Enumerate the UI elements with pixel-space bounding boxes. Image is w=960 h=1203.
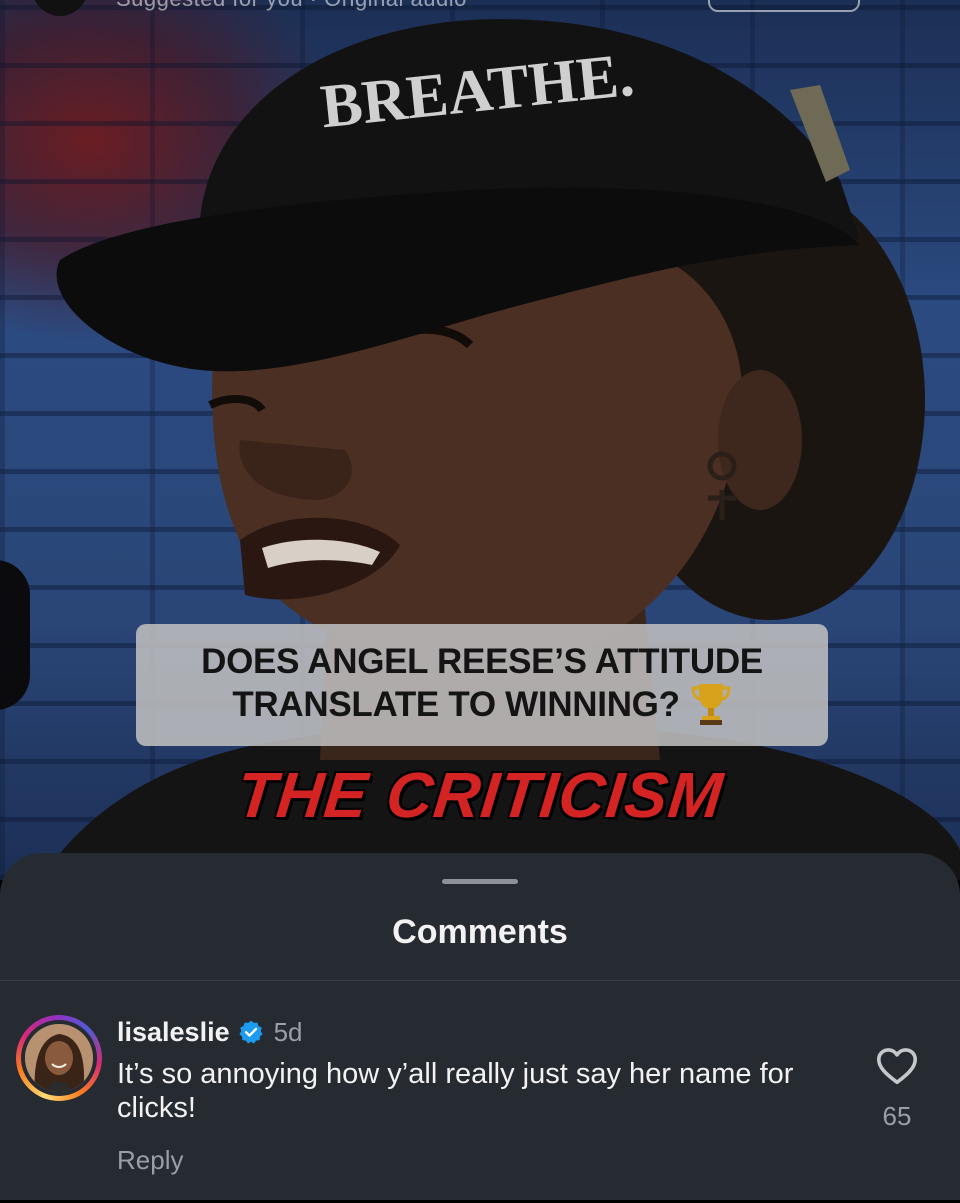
like-count: 65 xyxy=(882,1101,912,1131)
commenter-photo xyxy=(25,1024,93,1092)
comment-username[interactable]: lisaleslie xyxy=(117,1017,230,1048)
heart-icon[interactable] xyxy=(874,1043,920,1089)
video-overlay-title: THE CRITICISM xyxy=(233,759,727,831)
microphone xyxy=(0,560,30,710)
comment-item: lisaleslie 5d It’s so annoying how y’all… xyxy=(0,1013,960,1203)
sheet-title: Comments xyxy=(392,913,568,951)
verified-badge-icon xyxy=(239,1020,263,1044)
reply-button[interactable]: Reply xyxy=(117,1145,183,1176)
reel-header-text: Suggested for you · Original audio xyxy=(116,0,467,12)
comment-header: lisaleslie 5d xyxy=(117,1015,303,1049)
video-frame-person: BREATHE. xyxy=(40,19,960,880)
commenter-avatar[interactable] xyxy=(16,1015,102,1101)
caption-line-1: DOES ANGEL REESE’S ATTITUDE xyxy=(201,642,763,681)
reel-header: Suggested for you · Original audio xyxy=(0,0,960,16)
divider xyxy=(0,980,960,981)
trophy-icon xyxy=(691,683,731,725)
caption-line-2-text: TRANSLATE TO WINNING? xyxy=(232,685,680,724)
comment-text: It’s so annoying how y’all really just s… xyxy=(117,1058,794,1124)
follow-button[interactable] xyxy=(708,0,860,12)
video-caption: DOES ANGEL REESE’S ATTITUDE TRANSLATE TO… xyxy=(136,624,828,746)
caption-line-2: TRANSLATE TO WINNING? xyxy=(136,683,828,730)
comment-timestamp: 5d xyxy=(273,1016,303,1047)
comments-sheet: Comments lisaleslie 5d It’s so annoying … xyxy=(0,853,960,1200)
video-player[interactable]: BREATHE. Suggested for you · Original au… xyxy=(0,0,960,880)
sheet-drag-handle[interactable] xyxy=(442,879,518,884)
